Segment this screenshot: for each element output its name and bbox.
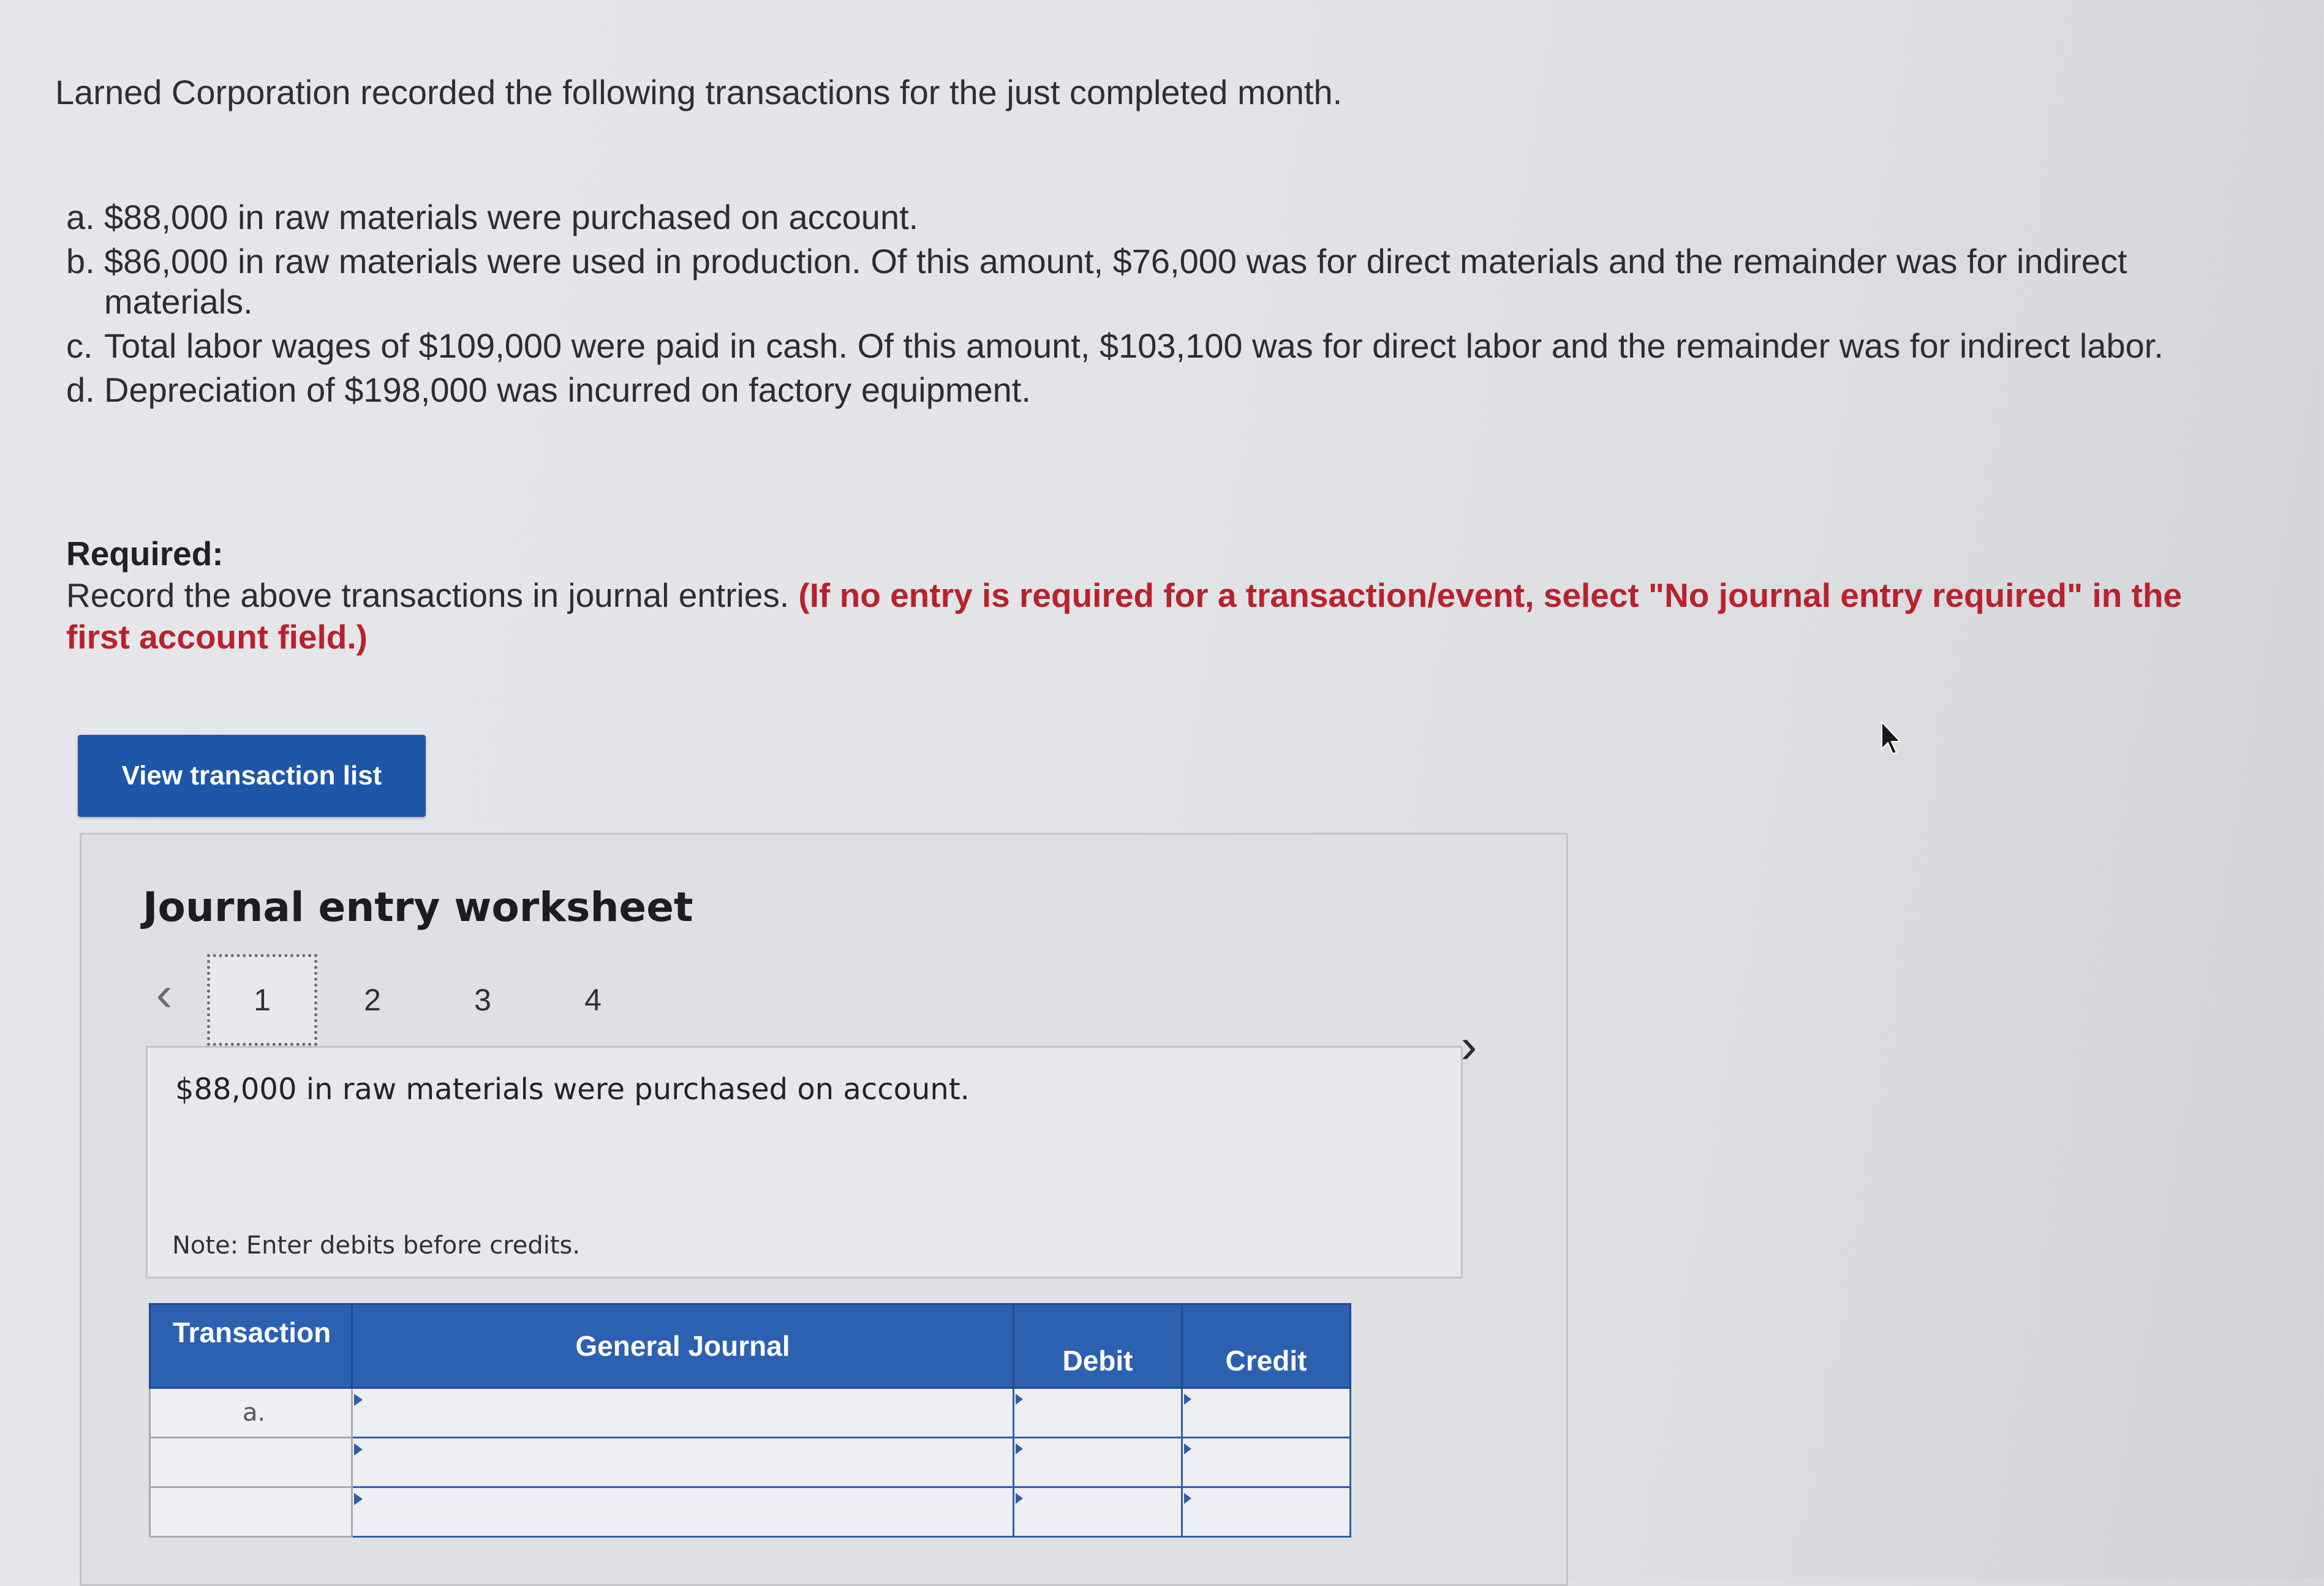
transaction-cell	[149, 1437, 353, 1488]
journal-entry-worksheet: Journal entry worksheet ‹ 1 2 3 4 › $88,…	[80, 833, 1568, 1586]
transaction-item-b: b. $86,000 in raw materials were used in…	[66, 241, 2228, 322]
account-select[interactable]	[351, 1486, 1014, 1538]
journal-header-row: Transaction General Journal Debit Credit	[149, 1303, 1351, 1389]
required-section: Required: Record the above transactions …	[66, 533, 2247, 658]
transaction-text: Total labor wages of $109,000 were paid …	[104, 326, 2164, 365]
required-heading: Required:	[66, 535, 224, 573]
worksheet-pager: ‹ 1 2 3 4 ›	[143, 954, 1527, 1073]
page-tab-3[interactable]: 3	[428, 954, 538, 1046]
transaction-item-c: c. Total labor wages of $109,000 were pa…	[66, 326, 2228, 366]
credit-input[interactable]	[1181, 1486, 1351, 1538]
transaction-letter: a.	[66, 198, 95, 236]
page-tab-4[interactable]: 4	[538, 954, 648, 1046]
mouse-pointer-icon	[1881, 720, 1902, 755]
transaction-cell	[149, 1486, 353, 1538]
column-header-transaction: Transaction	[149, 1303, 353, 1389]
account-select[interactable]	[351, 1387, 1014, 1438]
transaction-text: Depreciation of $198,000 was incurred on…	[104, 370, 1031, 409]
debit-input[interactable]	[1013, 1486, 1183, 1538]
journal-row: a.	[149, 1387, 1351, 1438]
transaction-description-box: $88,000 in raw materials were purchased …	[146, 1046, 1463, 1279]
transaction-list: a. $88,000 in raw materials were purchas…	[66, 197, 2228, 414]
chevron-left-icon[interactable]: ‹	[143, 966, 186, 1021]
journal-row	[149, 1437, 1351, 1488]
required-text: Record the above transactions in journal…	[66, 576, 790, 614]
general-journal-table: Transaction General Journal Debit Credit…	[149, 1303, 1351, 1538]
credit-input[interactable]	[1181, 1437, 1351, 1488]
transaction-letter: b.	[66, 242, 95, 280]
account-select[interactable]	[351, 1437, 1014, 1488]
problem-intro: Larned Corporation recorded the followin…	[55, 73, 1343, 111]
page-tab-2[interactable]: 2	[317, 954, 428, 1046]
journal-row	[149, 1486, 1351, 1538]
credit-input[interactable]	[1181, 1387, 1351, 1438]
worksheet-title: Journal entry worksheet	[143, 884, 693, 931]
transaction-text: $86,000 in raw materials were used in pr…	[104, 242, 2127, 321]
transaction-item-a: a. $88,000 in raw materials were purchas…	[66, 197, 2228, 238]
column-header-credit: Credit	[1181, 1303, 1351, 1389]
debits-credits-note: Note: Enter debits before credits.	[172, 1231, 581, 1260]
transaction-letter: d.	[66, 370, 95, 409]
view-transaction-list-button[interactable]: View transaction list	[78, 735, 426, 817]
page-tab-1[interactable]: 1	[207, 954, 317, 1046]
debit-input[interactable]	[1013, 1387, 1183, 1438]
transaction-letter: c.	[66, 326, 93, 365]
transaction-text: $88,000 in raw materials were purchased …	[104, 198, 919, 236]
debit-input[interactable]	[1013, 1437, 1183, 1488]
transaction-item-d: d. Depreciation of $198,000 was incurred…	[66, 370, 2228, 410]
column-header-general-journal: General Journal	[351, 1303, 1014, 1389]
transaction-cell: a.	[149, 1387, 353, 1438]
transaction-description: $88,000 in raw materials were purchased …	[175, 1072, 970, 1107]
column-header-debit: Debit	[1013, 1303, 1183, 1389]
